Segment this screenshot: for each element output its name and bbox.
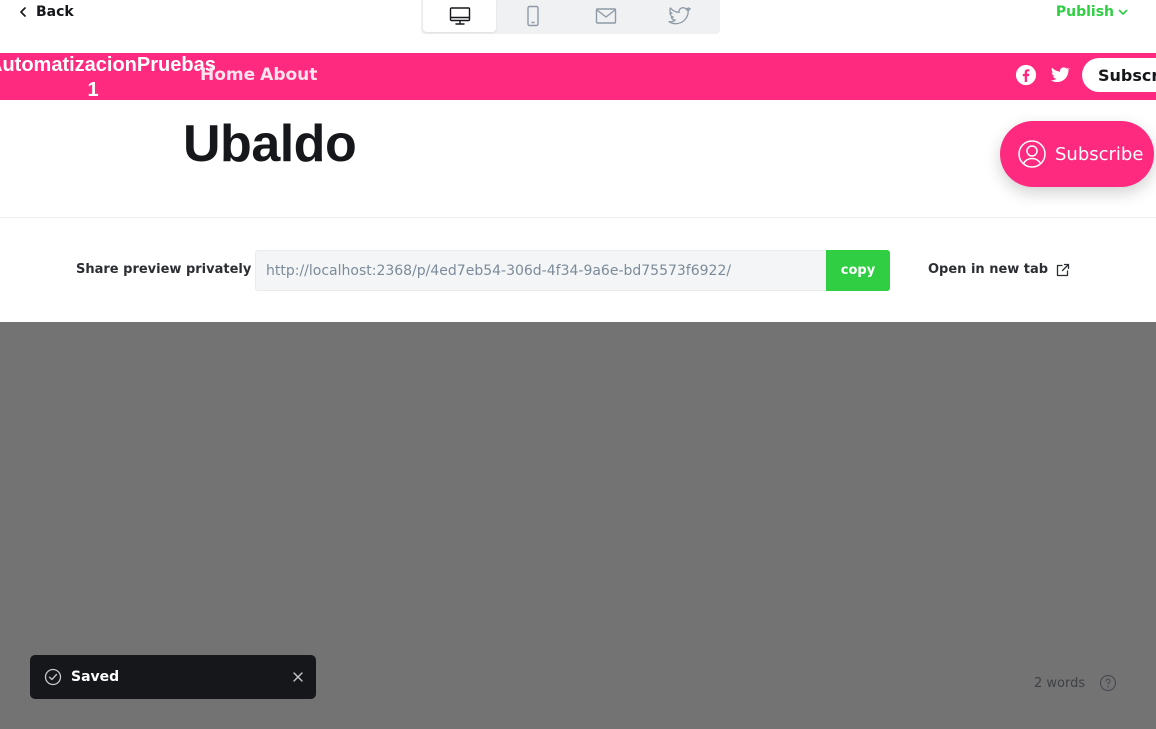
site-navigation: AutomatizacionPruebas 1 Home About Subsc… — [0, 53, 1156, 100]
mobile-preview-button[interactable] — [496, 0, 569, 32]
site-title[interactable]: AutomatizacionPruebas 1 — [0, 53, 216, 100]
share-preview-bar: Share preview privately http://localhost… — [0, 218, 1156, 322]
preview-url-field[interactable]: http://localhost:2368/p/4ed7eb54-306d-4f… — [255, 250, 827, 291]
nav-link-home[interactable]: Home — [200, 65, 255, 85]
saved-notification: Saved — [30, 655, 316, 699]
word-count-label: 2 words — [1034, 675, 1086, 691]
twitter-preview-button[interactable] — [642, 0, 715, 32]
back-button[interactable]: Back — [18, 3, 74, 21]
user-icon — [1018, 140, 1046, 168]
help-icon[interactable] — [1099, 674, 1117, 692]
nav-actions: Subscribe — [1014, 58, 1156, 92]
twitter-icon — [1050, 67, 1071, 83]
facebook-link[interactable] — [1014, 63, 1038, 87]
back-label: Back — [36, 4, 74, 20]
check-circle-icon — [44, 668, 62, 686]
open-in-new-tab-label: Open in new tab — [928, 262, 1049, 277]
portal-subscribe-label: Subscribe — [1055, 143, 1144, 165]
word-count: 2 words — [1034, 674, 1117, 692]
email-preview-button[interactable] — [569, 0, 642, 32]
open-in-new-tab-link[interactable]: Open in new tab — [928, 262, 1070, 277]
facebook-icon — [1015, 64, 1037, 86]
twitter-icon — [667, 7, 691, 25]
mobile-icon — [526, 5, 539, 27]
publish-button[interactable]: Publish — [1056, 3, 1128, 21]
publish-label: Publish — [1055, 4, 1114, 20]
nav-subscribe-button[interactable]: Subscribe — [1082, 58, 1156, 92]
close-icon[interactable] — [292, 671, 304, 683]
chevron-down-icon — [1118, 9, 1128, 15]
desktop-preview-button[interactable] — [423, 0, 496, 32]
copy-button[interactable]: copy — [826, 250, 890, 291]
share-preview-label: Share preview privately — [76, 262, 252, 277]
notification-message: Saved — [71, 669, 120, 685]
external-link-icon — [1056, 263, 1070, 276]
portal-subscribe-button[interactable]: Subscribe — [1000, 121, 1154, 187]
site-hero: Ubaldo Subscribe — [0, 100, 1156, 218]
device-switcher — [421, 0, 720, 34]
preview-toolbar: Back Publish — [0, 0, 1156, 53]
page-title: Ubaldo — [183, 115, 357, 173]
email-icon — [595, 8, 616, 24]
chevron-left-icon — [20, 7, 26, 17]
twitter-link[interactable] — [1048, 63, 1072, 87]
nav-links: Home About — [200, 65, 317, 85]
desktop-icon — [449, 7, 470, 25]
nav-link-about[interactable]: About — [260, 65, 317, 85]
